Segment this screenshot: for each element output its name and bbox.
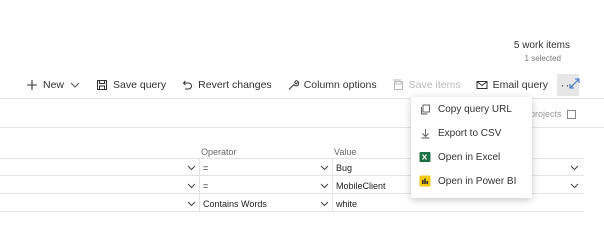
value-cell[interactable]: MobileClient [336,181,386,191]
menu-item-label: Export to CSV [438,127,502,139]
save-icon [97,80,108,90]
menu-item-copy-query-url[interactable]: Copy query URL [411,98,532,120]
menu-item-open-power-bi[interactable]: Open in Power BI [411,170,532,192]
new-label: New [43,79,65,91]
save-query-label: Save query [113,79,167,91]
email-query-button[interactable]: Email query [476,74,548,96]
wrench-icon [288,80,299,90]
query-toolbar: New Save query Revert changes Column opt… [26,74,580,96]
column-separator [332,158,333,211]
value-cell[interactable]: Bug [336,163,352,173]
save-items-icon [392,79,403,90]
value-header: Value [334,147,357,157]
value-dropdown-chevron-icon[interactable] [570,181,579,190]
more-actions-menu: Copy query URL Export to CSV Open in Exc… [411,97,532,198]
powerbi-icon [419,175,431,187]
operator-dropdown-chevron-icon[interactable] [320,199,329,208]
row-divider [0,211,584,212]
plus-icon [27,80,37,90]
field-dropdown-chevron-icon[interactable] [187,163,196,172]
excel-icon [419,151,431,163]
revert-changes-button[interactable]: Revert changes [181,74,272,96]
new-button[interactable]: New [26,74,81,96]
menu-item-label: Copy query URL [438,103,512,115]
operator-dropdown-chevron-icon[interactable] [320,163,329,172]
column-options-label: Column options [303,79,377,91]
field-dropdown-chevron-icon[interactable] [187,181,196,190]
column-options-button[interactable]: Column options [287,74,377,96]
expand-icon[interactable] [568,77,581,90]
operator-dropdown-chevron-icon[interactable] [320,181,329,190]
value-dropdown-chevron-icon[interactable] [570,163,579,172]
column-separator [199,158,200,211]
save-query-button[interactable]: Save query [96,74,166,96]
operator-cell[interactable]: = [203,163,208,173]
field-dropdown-chevron-icon[interactable] [187,199,196,208]
save-items-button[interactable]: Save items [392,74,461,96]
operator-cell[interactable]: Contains Words [203,199,267,209]
email-query-label: Email query [492,79,549,91]
selected-count: 1 selected [524,54,561,63]
undo-icon [182,80,193,90]
work-item-count: 5 work items [513,40,570,51]
mail-icon [476,81,488,89]
menu-item-open-excel[interactable]: Open in Excel [411,146,532,168]
operator-cell[interactable]: = [203,181,208,191]
value-cell[interactable]: white [336,199,357,209]
projects-label: projects [530,109,562,119]
copy-icon [419,103,431,115]
menu-item-label: Open in Excel [438,151,501,163]
projects-checkbox[interactable] [567,110,576,119]
download-icon [419,127,431,139]
revert-changes-label: Revert changes [198,79,272,91]
save-items-label: Save items [408,79,461,91]
operator-header: Operator [201,147,237,157]
menu-item-export-csv[interactable]: Export to CSV [411,122,532,144]
menu-item-label: Open in Power BI [438,175,517,187]
chevron-down-icon [70,82,80,88]
